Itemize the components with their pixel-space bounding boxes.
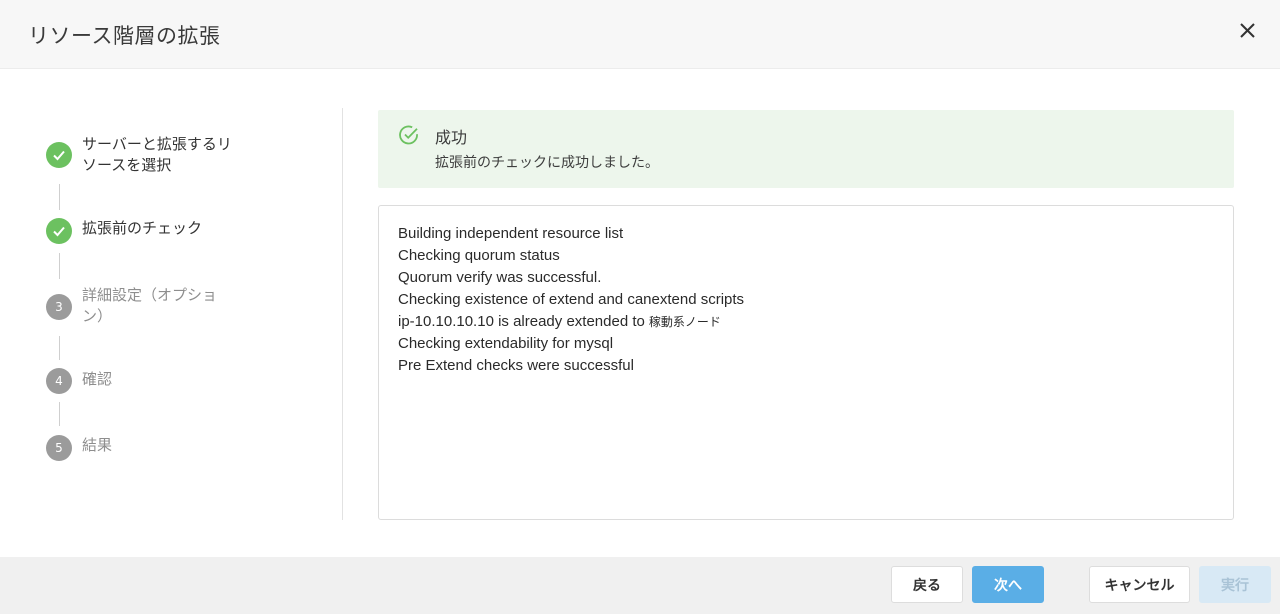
step-label: 拡張前のチェック: [82, 219, 203, 237]
next-button[interactable]: 次へ: [972, 566, 1044, 603]
log-line: Checking extendability for mysql: [398, 335, 614, 352]
check-circle-icon: [398, 124, 420, 146]
step-number-badge: 4: [46, 368, 72, 394]
step-number-badge: 5: [46, 435, 72, 461]
success-banner: 成功 拡張前のチェックに成功しました。: [378, 110, 1234, 188]
step-connector: [59, 402, 60, 426]
step-number-badge: 3: [46, 294, 72, 320]
step-connector: [59, 184, 60, 210]
success-message: 拡張前のチェックに成功しました。: [435, 155, 659, 171]
step-label: 結果: [82, 436, 113, 454]
log-output[interactable]: Building independent resource list Check…: [378, 205, 1234, 520]
dialog-header: リソース階層の拡張: [0, 0, 1280, 69]
log-line: Building independent resource list: [398, 225, 624, 242]
step-label: 確認: [82, 370, 113, 388]
log-line: Checking existence of extend and canexte…: [398, 291, 745, 308]
back-button[interactable]: 戻る: [891, 566, 963, 603]
log-line: Checking quorum status: [398, 247, 560, 264]
dialog-footer: 戻る 次へ キャンセル 実行: [0, 557, 1280, 614]
execute-button[interactable]: 実行: [1199, 566, 1271, 603]
close-icon[interactable]: [1233, 16, 1261, 44]
success-title: 成功: [435, 128, 468, 147]
check-icon: [46, 218, 72, 244]
log-line-text: ip-10.10.10.10 is already extended to: [398, 313, 645, 330]
vertical-divider: [342, 108, 343, 520]
log-line: Quorum verify was successful.: [398, 269, 602, 286]
log-line: ip-10.10.10.10 is already extended to 稼動系…: [398, 313, 721, 330]
cancel-button[interactable]: キャンセル: [1089, 566, 1190, 603]
check-icon: [46, 142, 72, 168]
step-label: 詳細設定（オプショ ン）: [82, 286, 218, 325]
log-line-node: 稼動系ノード: [648, 315, 721, 329]
extend-hierarchy-dialog: リソース階層の拡張 サーバーと拡張するリ ソースを選択 拡張前のチェック 3 詳…: [0, 0, 1280, 614]
log-line: Pre Extend checks were successful: [398, 357, 634, 374]
step-connector: [59, 336, 60, 360]
dialog-title: リソース階層の拡張: [28, 24, 221, 48]
step-connector: [59, 253, 60, 279]
step-label: サーバーと拡張するリ ソースを選択: [82, 135, 232, 174]
